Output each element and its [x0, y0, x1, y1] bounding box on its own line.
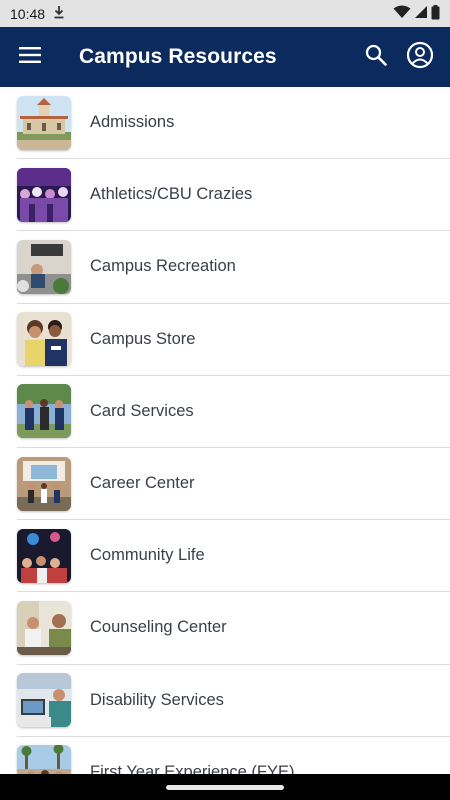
resource-list: Admissions Athletics/CBU Crazies Campus … — [0, 87, 450, 774]
wifi-icon — [393, 5, 411, 22]
list-item-label: Campus Recreation — [90, 257, 236, 276]
list-item-career-center[interactable]: Career Center — [17, 448, 450, 521]
counseling-center-photo — [17, 600, 71, 655]
status-bar: 10:48 — [0, 0, 450, 27]
list-item-label: Athletics/CBU Crazies — [90, 185, 253, 204]
status-indicators — [393, 4, 440, 23]
profile-button[interactable] — [398, 27, 442, 87]
list-item-label: Admissions — [90, 113, 175, 132]
list-item-disability-services[interactable]: Disability Services — [17, 665, 450, 737]
status-time: 10:48 — [10, 5, 46, 22]
battery-icon — [431, 4, 440, 23]
home-gesture-handle[interactable] — [166, 784, 284, 790]
campus-recreation-photo — [17, 239, 71, 294]
list-item-campus-recreation[interactable]: Campus Recreation — [17, 231, 450, 304]
admissions-photo — [17, 95, 71, 150]
hamburger-menu-icon — [19, 46, 41, 68]
list-item-admissions[interactable]: Admissions — [17, 87, 450, 160]
list-item-label: First Year Experience (FYE) — [90, 762, 295, 774]
list-item-community-life[interactable]: Community Life — [17, 520, 450, 593]
list-item-athletics[interactable]: Athletics/CBU Crazies — [17, 159, 450, 232]
list-item-label: Campus Store — [90, 329, 196, 348]
campus-store-photo — [17, 312, 71, 367]
athletics-photo — [17, 167, 71, 222]
card-services-photo — [17, 384, 71, 439]
search-button[interactable] — [354, 27, 398, 87]
download-icon — [53, 5, 65, 22]
disability-services-photo — [17, 673, 71, 728]
account-circle-icon — [406, 41, 434, 74]
page-title: Campus Resources — [79, 45, 277, 68]
search-icon — [364, 43, 388, 72]
community-life-photo — [17, 528, 71, 583]
list-item-first-year-experience[interactable]: First Year Experience (FYE) — [17, 737, 450, 774]
career-center-photo — [17, 456, 71, 511]
list-item-counseling-center[interactable]: Counseling Center — [17, 592, 450, 665]
list-item-card-services[interactable]: Card Services — [17, 376, 450, 448]
cellular-signal-icon — [414, 5, 428, 22]
app-bar: Campus Resources — [0, 27, 450, 87]
menu-button[interactable] — [0, 27, 60, 87]
list-item-label: Counseling Center — [90, 618, 227, 637]
system-navigation-bar — [0, 774, 450, 800]
list-item-label: Disability Services — [90, 690, 224, 709]
first-year-experience-photo — [17, 745, 71, 774]
list-item-campus-store[interactable]: Campus Store — [17, 304, 450, 376]
list-item-label: Community Life — [90, 546, 205, 565]
list-item-label: Card Services — [90, 401, 194, 420]
list-item-label: Career Center — [90, 474, 195, 493]
